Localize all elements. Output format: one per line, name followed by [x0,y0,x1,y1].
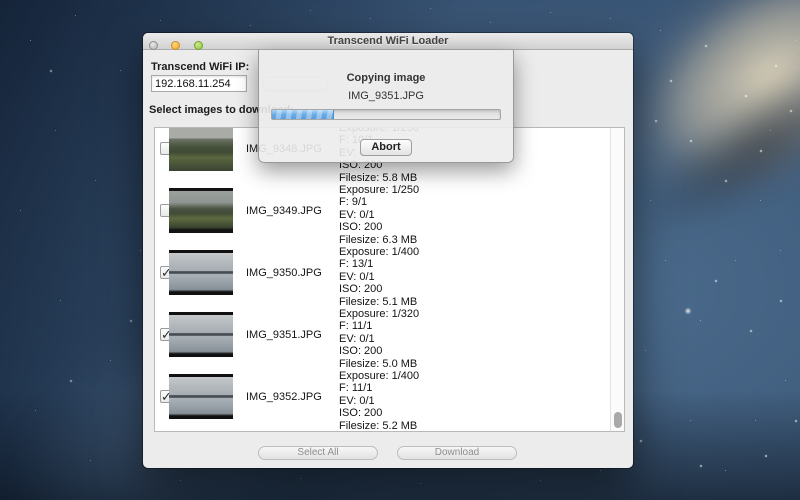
select-all-button[interactable]: Select All [258,446,378,460]
image-exif-details: Exposure: 1/320F: 11/1EV: 0/1ISO: 200Fil… [339,308,419,370]
desktop-wallpaper: Transcend WiFi Loader Transcend WiFi IP:… [0,0,800,500]
image-thumbnail [169,374,233,419]
image-exif-details: Exposure: 1/250F: 9/1EV: 0/1ISO: 200File… [339,184,419,246]
window-title: Transcend WiFi Loader [143,35,633,47]
image-filename: IMG_9351.JPG [246,329,322,341]
sheet-filename: IMG_9351.JPG [259,90,513,102]
image-thumbnail [169,250,233,295]
window-titlebar[interactable]: Transcend WiFi Loader [143,33,633,50]
image-thumbnail [169,188,233,233]
image-exif-details: Exposure: 1/400F: 13/1EV: 0/1ISO: 200Fil… [339,246,419,308]
image-filename: IMG_9349.JPG [246,205,322,217]
sheet-title: Copying image [259,72,513,84]
image-row: ✓ IMG_9350.JPG Exposure: 1/400F: 13/1EV:… [155,242,624,304]
scrollbar-track[interactable] [610,128,624,431]
image-thumbnail [169,127,233,171]
stars-layer-bright [0,0,2,2]
image-filename: IMG_9352.JPG [246,391,322,403]
abort-button[interactable]: Abort [360,139,412,156]
scrollbar-thumb[interactable] [614,412,622,428]
download-button[interactable]: Download [397,446,517,460]
image-row: ✓ IMG_9351.JPG Exposure: 1/320F: 11/1EV:… [155,304,624,366]
image-thumbnail [169,312,233,357]
wifi-ip-input[interactable] [151,75,247,92]
wifi-ip-label: Transcend WiFi IP: [151,61,249,73]
image-filename: IMG_9350.JPG [246,267,322,279]
progress-bar-fill [272,110,334,119]
image-list: IMG_9348.JPG Exposure: 1/250F: 10/1EV: 0… [154,127,625,432]
image-row: ✓ IMG_9352.JPG Exposure: 1/400F: 11/1EV:… [155,366,624,428]
app-window: Transcend WiFi Loader Transcend WiFi IP:… [143,33,633,468]
image-exif-details: Exposure: 1/400F: 11/1EV: 0/1ISO: 200Fil… [339,370,419,432]
copy-progress-sheet: Copying image IMG_9351.JPG Abort [258,50,514,163]
progress-bar [271,109,501,120]
image-row: IMG_9349.JPG Exposure: 1/250F: 9/1EV: 0/… [155,180,624,242]
